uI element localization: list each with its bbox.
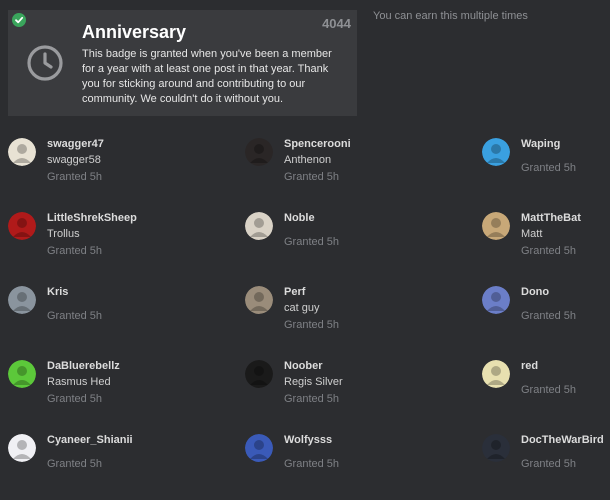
username-link[interactable]: Cyaneer_Shianii <box>47 434 133 446</box>
user-grant-item[interactable]: Kris Granted 5h <box>8 282 198 342</box>
username-link[interactable]: LittleShrekSheep <box>47 212 137 224</box>
clock-icon <box>26 44 64 82</box>
user-grant-item[interactable]: Perf cat guy Granted 5h <box>245 282 435 342</box>
avatar[interactable] <box>245 360 273 388</box>
user-grant-item[interactable]: DocTheWarBird Granted 5h <box>482 430 610 490</box>
user-full-name: Matt <box>521 228 543 240</box>
badge-description: This badge is granted when you've been a… <box>82 48 332 105</box>
user-full-name: Rasmus Hed <box>47 376 111 388</box>
username-link[interactable]: Dono <box>521 286 549 298</box>
granted-time: Granted 5h <box>47 171 103 183</box>
user-grant-item[interactable]: DaBluerebellz Rasmus Hed Granted 5h <box>8 356 198 416</box>
user-grant-item[interactable]: red Granted 5h <box>482 356 610 416</box>
user-grant-item[interactable]: Cyaneer_Shianii Granted 5h <box>8 430 198 490</box>
badge-card: Anniversary 4044 This badge is granted w… <box>8 10 357 116</box>
user-full-name: Anthenon <box>284 154 332 166</box>
username-link[interactable]: Noble <box>284 212 315 224</box>
username-link[interactable]: swagger47 <box>47 138 104 150</box>
avatar[interactable] <box>482 138 510 166</box>
username-link[interactable]: Waping <box>521 138 560 150</box>
granted-time: Granted 5h <box>284 319 340 331</box>
username-link[interactable]: Perf <box>284 286 305 298</box>
user-grant-item[interactable]: MattTheBat Matt Granted 5h <box>482 208 610 268</box>
user-grant-item[interactable]: Noober Regis Silver Granted 5h <box>245 356 435 416</box>
username-link[interactable]: Noober <box>284 360 323 372</box>
avatar[interactable] <box>482 360 510 388</box>
user-grant-item[interactable]: Waping Granted 5h <box>482 134 610 194</box>
granted-time: Granted 5h <box>284 236 340 248</box>
username-link[interactable]: DaBluerebellz <box>47 360 120 372</box>
username-link[interactable]: red <box>521 360 538 372</box>
user-grant-item[interactable]: Wolfysss Granted 5h <box>245 430 435 490</box>
grant-count: 4044 <box>322 16 351 31</box>
avatar[interactable] <box>245 212 273 240</box>
user-full-name: Trollus <box>47 228 80 240</box>
granted-time: Granted 5h <box>47 310 103 322</box>
user-grant-item[interactable]: LittleShrekSheep Trollus Granted 5h <box>8 208 198 268</box>
granted-time: Granted 5h <box>47 245 103 257</box>
username-link[interactable]: Wolfysss <box>284 434 332 446</box>
granted-time: Granted 5h <box>284 458 340 470</box>
user-grant-item[interactable]: Dono Granted 5h <box>482 282 610 342</box>
username-link[interactable]: MattTheBat <box>521 212 581 224</box>
granted-time: Granted 5h <box>521 245 577 257</box>
username-link[interactable]: Spencerooni <box>284 138 351 150</box>
granted-time: Granted 5h <box>47 458 103 470</box>
username-link[interactable]: Kris <box>47 286 68 298</box>
user-full-name: Regis Silver <box>284 376 343 388</box>
user-full-name: cat guy <box>284 302 320 314</box>
avatar[interactable] <box>8 138 36 166</box>
avatar[interactable] <box>245 138 273 166</box>
user-grant-item[interactable]: swagger47 swagger58 Granted 5h <box>8 134 198 194</box>
avatar[interactable] <box>245 434 273 462</box>
granted-time: Granted 5h <box>521 384 577 396</box>
granted-time: Granted 5h <box>521 162 577 174</box>
earn-multiple-note: You can earn this multiple times <box>373 10 528 22</box>
user-full-name: swagger58 <box>47 154 101 166</box>
granted-time: Granted 5h <box>284 171 340 183</box>
avatar[interactable] <box>482 212 510 240</box>
check-icon <box>12 13 26 27</box>
user-grant-item[interactable]: Spencerooni Anthenon Granted 5h <box>245 134 435 194</box>
avatar[interactable] <box>8 212 36 240</box>
avatar[interactable] <box>8 286 36 314</box>
granted-time: Granted 5h <box>521 458 577 470</box>
avatar[interactable] <box>482 286 510 314</box>
badge-title[interactable]: Anniversary <box>82 22 186 43</box>
granted-time: Granted 5h <box>47 393 103 405</box>
username-link[interactable]: DocTheWarBird <box>521 434 604 446</box>
granted-time: Granted 5h <box>521 310 577 322</box>
avatar[interactable] <box>482 434 510 462</box>
avatar[interactable] <box>8 434 36 462</box>
avatar[interactable] <box>8 360 36 388</box>
user-grant-item[interactable]: Noble Granted 5h <box>245 208 435 268</box>
avatar[interactable] <box>245 286 273 314</box>
granted-time: Granted 5h <box>284 393 340 405</box>
